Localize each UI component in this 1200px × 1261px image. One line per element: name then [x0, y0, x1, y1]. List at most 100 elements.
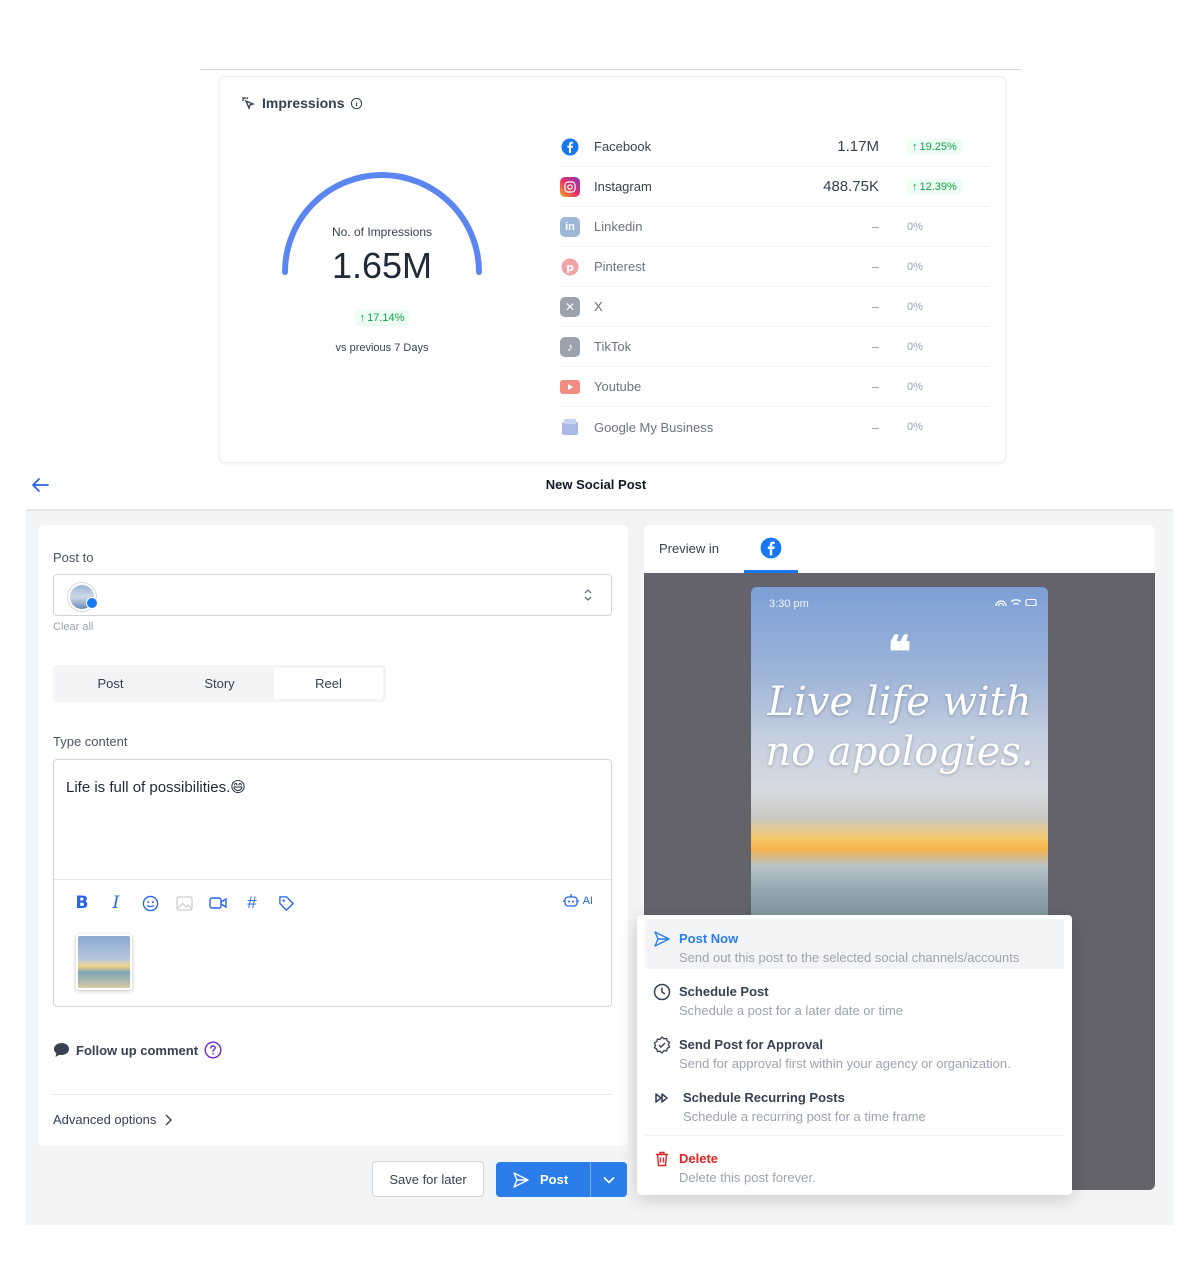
robot-icon: [562, 894, 579, 907]
platform-row-youtube: Youtube – 0%: [560, 367, 990, 407]
tab-reel[interactable]: Reel: [274, 668, 383, 699]
impressions-card: Impressions No. of Impressions 1.65M ↑ 17…: [219, 76, 1006, 463]
menu-item-title: Delete: [679, 1151, 719, 1166]
type-content-label: Type content: [53, 734, 128, 749]
emoji-icon[interactable]: [140, 893, 160, 913]
arrow-up-icon: ↑: [359, 312, 366, 324]
tab-story[interactable]: Story: [165, 668, 274, 699]
platform-row-x: ✕ X – 0%: [560, 287, 990, 327]
tag-icon[interactable]: [276, 893, 296, 913]
impressions-delta: ↑ 17.14%: [282, 308, 482, 326]
hashtag-icon[interactable]: #: [242, 893, 262, 913]
comparison-text: vs previous 7 Days: [335, 342, 429, 354]
send-icon: [654, 931, 670, 947]
post-type-tabs: Post Story Reel: [53, 665, 386, 702]
menu-item-schedule-post[interactable]: Schedule Post Schedule a post for a late…: [645, 972, 1064, 1022]
platform-name: Youtube: [594, 379, 642, 394]
platform-delta: 0%: [907, 421, 923, 433]
gauge-label: No. of Impressions: [331, 225, 433, 239]
platform-name: Google My Business: [594, 419, 714, 435]
quote-mark-icon: ❝: [887, 627, 912, 678]
platform-name: Pinterest: [594, 259, 646, 274]
menu-item-post-now[interactable]: Post Now Send out this post to the selec…: [645, 919, 1064, 969]
impressions-total: 1.65M: [331, 245, 433, 286]
impressions-header: Impressions: [240, 95, 363, 111]
platform-delta: 0%: [907, 300, 923, 313]
content-text[interactable]: Life is full of possibilities.😄: [66, 778, 246, 796]
advanced-options-toggle[interactable]: Advanced options: [53, 1112, 173, 1127]
arrow-up-icon: ↑: [912, 141, 918, 153]
clear-all-link[interactable]: Clear all: [53, 621, 93, 633]
platform-row-instagram: Instagram 488.75K ↑ 12.39%: [560, 167, 990, 207]
content-editor[interactable]: Life is full of possibilities.😄 B I # AI: [53, 759, 612, 1007]
impressions-icon: [242, 97, 255, 110]
menu-item-desc: Delete this post forever.: [679, 1170, 816, 1185]
divider: [53, 1094, 612, 1095]
editor-toolbar: B I # AI: [54, 879, 611, 924]
post-options-menu: Post Now Send out this post to the selec…: [637, 915, 1072, 1195]
platform-value: 488.75K: [823, 178, 879, 195]
platform-delta: 0%: [907, 380, 923, 393]
info-icon[interactable]: [350, 97, 363, 110]
phone-preview: 3:30 pm ❝ Live life with no apologies.: [751, 587, 1048, 927]
post-to-label: Post to: [53, 550, 94, 565]
back-arrow-icon[interactable]: [30, 476, 50, 494]
platform-value: –: [871, 219, 879, 234]
pinterest-icon: p: [560, 257, 580, 277]
instagram-icon: [560, 176, 580, 197]
clock-icon: [653, 983, 671, 1001]
facebook-icon: [760, 537, 782, 558]
phone-status-icons: [994, 597, 1038, 610]
ai-label: AI: [582, 895, 593, 907]
platform-list: Facebook 1.17M ↑ 19.25% Instagram 488.75K…: [560, 127, 990, 447]
follow-up-label: Follow up comment: [76, 1042, 199, 1058]
menu-item-schedule-recurring[interactable]: Schedule Recurring Posts Schedule a recu…: [645, 1078, 1064, 1128]
platform-value: 1.17M: [837, 138, 879, 155]
arrow-up-icon: ↑: [912, 181, 918, 193]
platform-row-facebook: Facebook 1.17M ↑ 19.25%: [560, 127, 990, 167]
video-icon[interactable]: [208, 893, 228, 913]
post-button-label: Post: [540, 1172, 569, 1187]
platform-name: Linkedin: [594, 219, 643, 234]
preview-label: Preview in: [659, 541, 719, 556]
platform-delta: 0%: [907, 340, 923, 353]
platform-row-linkedin: in Linkedin – 0%: [560, 207, 990, 247]
tiktok-icon: ♪: [560, 336, 580, 357]
quote-text: Live life with no apologies.: [751, 677, 1048, 777]
comment-icon: [54, 1043, 69, 1057]
platform-name: X: [594, 299, 603, 314]
send-icon: [513, 1171, 529, 1188]
menu-item-title: Post Now: [679, 931, 739, 946]
save-for-later-button[interactable]: Save for later: [372, 1161, 484, 1197]
platform-row-pinterest: p Pinterest – 0%: [560, 247, 990, 287]
media-thumbnail[interactable]: [76, 934, 132, 990]
platform-value: –: [871, 299, 879, 314]
help-icon[interactable]: [204, 1041, 222, 1059]
impressions-title: Impressions: [262, 95, 345, 111]
google-business-icon: [560, 417, 580, 437]
ai-assist-button[interactable]: AI: [562, 893, 593, 909]
post-to-select[interactable]: [53, 574, 612, 616]
approval-check-icon: [653, 1036, 671, 1054]
bold-icon[interactable]: B: [72, 893, 92, 913]
menu-item-send-approval[interactable]: Send Post for Approval Send for approval…: [645, 1025, 1064, 1075]
top-divider: [201, 69, 1021, 70]
platform-value: –: [871, 339, 879, 354]
svg-text:p: p: [566, 261, 574, 274]
advanced-options-label: Advanced options: [53, 1112, 157, 1127]
tab-post[interactable]: Post: [56, 668, 165, 699]
page-title: New Social Post: [545, 477, 647, 492]
follow-up-comment[interactable]: Follow up comment: [53, 1041, 222, 1059]
menu-item-delete[interactable]: Delete Delete this post forever.: [645, 1139, 1064, 1189]
chevron-updown-icon: [584, 589, 592, 601]
platform-name: Instagram: [594, 179, 652, 194]
italic-icon[interactable]: I: [106, 893, 126, 913]
tab-preview-facebook[interactable]: [744, 525, 798, 573]
recurring-icon: [655, 1093, 668, 1103]
composer-card: Post to Clear all Post Story Reel Type c…: [38, 525, 628, 1146]
post-options-toggle[interactable]: [591, 1162, 627, 1197]
facebook-badge-icon: [86, 597, 98, 609]
post-button[interactable]: Post: [496, 1162, 591, 1197]
image-icon[interactable]: [174, 893, 194, 913]
menu-item-title: Schedule Post: [679, 984, 769, 999]
